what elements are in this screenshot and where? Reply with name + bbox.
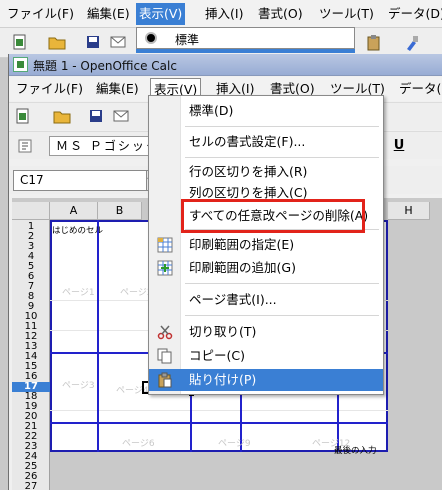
row-header[interactable]: 27 (12, 482, 50, 490)
page-break-vertical (97, 220, 99, 452)
new-document-icon[interactable] (15, 108, 31, 125)
outer-dropdown-highlight (136, 49, 355, 53)
menu-separator (185, 126, 379, 127)
open-folder-icon[interactable] (48, 34, 66, 50)
outer-menu-bar: ファイル(F) 編集(E) 表示(V) 挿入(I) 書式(O) ツール(T) デ… (0, 0, 442, 28)
menu-item-format-cells[interactable]: セルの書式設定(F)... (149, 131, 383, 153)
save-icon[interactable] (89, 109, 103, 123)
outer-menu-edit[interactable]: 編集(E) (84, 5, 133, 23)
select-all-corner[interactable] (12, 202, 50, 220)
save-icon[interactable] (86, 35, 100, 49)
copy-icon (157, 348, 172, 364)
window-title: 無題 1 - OpenOffice Calc (33, 59, 177, 73)
menu-item-label: 標準(D) (189, 103, 234, 118)
column-header-b[interactable]: B (98, 202, 142, 220)
cell-a1[interactable]: はじめのセル (52, 224, 103, 236)
outer-view-normal[interactable]: 標準 (175, 31, 199, 48)
menu-separator (185, 315, 379, 316)
page-watermark: ページ1 (62, 288, 95, 298)
menu-item-page-format[interactable]: ページ書式(I)... (149, 289, 383, 311)
page-watermark: ページ6 (122, 439, 155, 449)
menu-item-insert-row-break[interactable]: 行の区切りを挿入(R) (149, 161, 383, 183)
outer-menu-tools[interactable]: ツール(T) (316, 5, 377, 23)
menu-item-copy[interactable]: コピー(C) (149, 345, 383, 367)
menu-item-define-print-range[interactable]: 印刷範囲の指定(E) (149, 234, 383, 256)
outer-menu-file[interactable]: ファイル(F) (4, 5, 77, 23)
menu-item-label: 印刷範囲の追加(G) (189, 260, 296, 275)
page-watermark: ページ9 (218, 439, 251, 449)
highlight-annotation-box (181, 199, 365, 233)
menu-item-label: 切り取り(T) (189, 324, 257, 339)
menu-item-paste[interactable]: 貼り付け(P) (149, 369, 383, 391)
menu-item-label: セルの書式設定(F)... (189, 134, 306, 149)
selected-bullet-icon (145, 32, 157, 44)
view-context-menu: 標準(D) セルの書式設定(F)... 行の区切りを挿入(R) 列の区切りを挿入… (148, 95, 384, 395)
scissors-icon (157, 325, 173, 340)
menu-edit[interactable]: 編集(E) (93, 80, 142, 98)
menu-item-label: コピー(C) (189, 348, 245, 363)
column-header-h[interactable]: H (388, 202, 430, 220)
calc-app-icon (13, 57, 28, 72)
mail-icon[interactable] (113, 110, 129, 122)
outer-view-dropdown: 標準 (136, 27, 355, 49)
column-header-a[interactable]: A (50, 202, 98, 220)
menu-item-label: ページ書式(I)... (189, 292, 277, 307)
menu-data[interactable]: データ(D) (396, 80, 442, 98)
menu-item-add-print-range[interactable]: 印刷範囲の追加(G) (149, 257, 383, 279)
new-document-icon[interactable] (12, 34, 28, 51)
cell-last-input[interactable]: 最後の入力 (334, 444, 377, 456)
menu-separator (185, 157, 379, 158)
menu-separator (185, 283, 379, 284)
menu-item-label: 行の区切りを挿入(R) (189, 164, 308, 179)
outer-menu-view[interactable]: 表示(V) (136, 3, 186, 25)
open-folder-icon[interactable] (53, 108, 71, 124)
mail-icon[interactable] (110, 36, 126, 48)
add-print-range-icon (157, 260, 173, 276)
menu-item-label: 印刷範囲の指定(E) (189, 237, 295, 252)
print-range-icon (157, 237, 173, 253)
paste-toolbar-icon[interactable] (366, 34, 382, 51)
page-watermark: ページ3 (62, 381, 95, 391)
menu-item-label: 貼り付け(P) (189, 372, 257, 387)
underline-button[interactable]: U (389, 136, 409, 156)
outer-menu-insert[interactable]: 挿入(I) (202, 5, 246, 23)
menu-item-normal[interactable]: 標準(D) (149, 100, 383, 122)
paste-icon (158, 372, 172, 388)
format-paintbrush-icon[interactable] (404, 34, 420, 51)
title-bar: 無題 1 - OpenOffice Calc (9, 54, 442, 76)
name-box[interactable]: C17 (13, 170, 147, 191)
menu-item-cut[interactable]: 切り取り(T) (149, 321, 383, 343)
menu-file[interactable]: ファイル(F) (13, 80, 86, 98)
font-name-box[interactable]: ＭＳ Ｐゴシック (49, 136, 153, 156)
styles-icon[interactable] (17, 138, 33, 154)
outer-menu-format[interactable]: 書式(O) (255, 5, 306, 23)
page-break-horizontal (50, 422, 388, 424)
outer-menu-data[interactable]: データ(D) (385, 5, 442, 23)
